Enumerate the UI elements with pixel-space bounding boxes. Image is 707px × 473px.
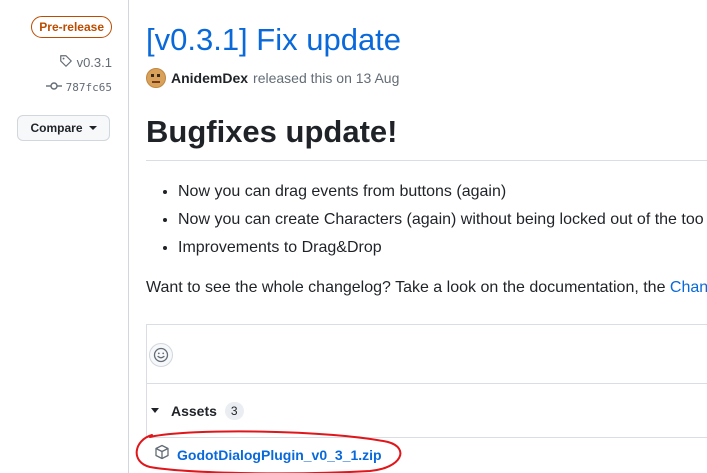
sidebar-divider xyxy=(128,0,129,473)
commit-sha: 787fc65 xyxy=(65,81,112,94)
changes-list: Now you can drag events from buttons (ag… xyxy=(146,181,704,265)
asset-item[interactable]: GodotDialogPlugin_v0_3_1.zip xyxy=(154,444,382,465)
pre-release-badge: Pre-release xyxy=(31,16,112,38)
release-sidebar: Pre-release v0.3.1 787fc65 Compare xyxy=(0,0,128,473)
list-item: Now you can drag events from buttons (ag… xyxy=(178,181,704,209)
chevron-down-icon xyxy=(88,126,97,130)
list-item: Improvements to Drag&Drop xyxy=(178,237,704,265)
release-main: [v0.3.1] Fix update AnidemDex released t… xyxy=(146,0,707,473)
release-byline: AnidemDex released this on 13 Aug xyxy=(146,68,399,88)
changelog-text: Want to see the whole changelog? Take a … xyxy=(146,279,670,296)
reactions-section xyxy=(146,324,707,384)
assets-count-badge: 3 xyxy=(224,401,244,420)
smiley-icon xyxy=(153,347,169,363)
add-reaction-button[interactable] xyxy=(149,343,173,367)
tag-label: v0.3.1 xyxy=(76,55,112,70)
assets-label: Assets xyxy=(171,402,217,419)
commit-icon xyxy=(45,80,62,95)
package-icon xyxy=(154,444,170,465)
commit-link[interactable]: 787fc65 xyxy=(45,80,112,95)
compare-button[interactable]: Compare xyxy=(17,115,110,141)
released-text: released this on 13 Aug xyxy=(253,70,400,86)
author-link[interactable]: AnidemDex xyxy=(171,70,248,86)
changelog-link[interactable]: Chan xyxy=(670,279,707,296)
compare-label: Compare xyxy=(30,121,83,135)
changelog-paragraph: Want to see the whole changelog? Take a … xyxy=(146,279,707,297)
body-heading: Bugfixes update! xyxy=(146,114,707,161)
assets-toggle[interactable]: Assets 3 xyxy=(146,384,707,438)
release-title[interactable]: [v0.3.1] Fix update xyxy=(146,22,401,58)
tag-link[interactable]: v0.3.1 xyxy=(59,54,112,71)
list-item: Now you can create Characters (again) wi… xyxy=(178,209,704,237)
triangle-down-icon xyxy=(151,408,159,413)
asset-download-link[interactable]: GodotDialogPlugin_v0_3_1.zip xyxy=(177,447,382,463)
tag-icon xyxy=(59,54,73,71)
avatar[interactable] xyxy=(146,68,166,88)
